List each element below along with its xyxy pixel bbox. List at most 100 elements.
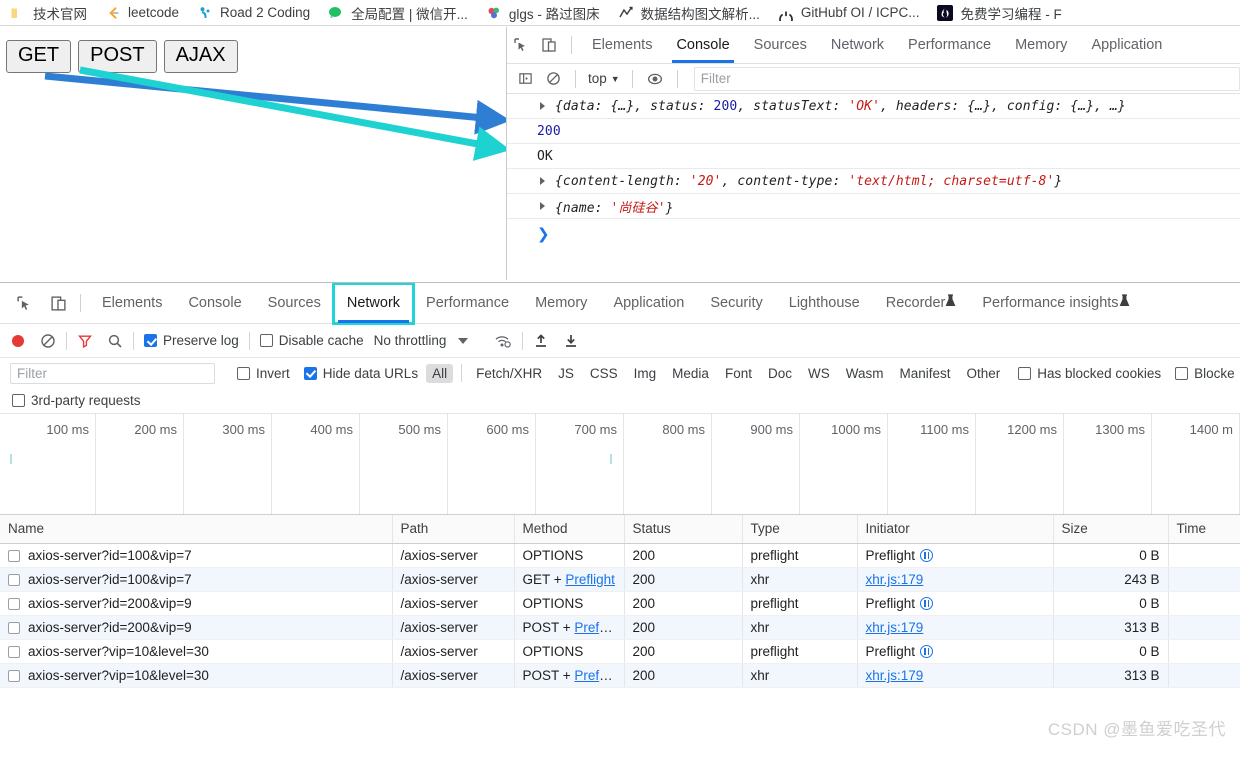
preserve-log-checkbox[interactable]: Preserve log [144, 333, 239, 348]
network-overview-timeline[interactable]: 100 ms 200 ms 300 ms 400 ms 500 ms 600 ms 700 … [0, 414, 1240, 515]
device-toolbar-icon-2[interactable] [44, 289, 72, 317]
throttling-select[interactable]: No throttling [364, 333, 469, 348]
type-filter-css[interactable]: CSS [584, 364, 624, 383]
network-tab-lighthouse[interactable]: Lighthouse [776, 284, 873, 323]
column-header-size[interactable]: Size [1053, 515, 1169, 544]
row-checkbox[interactable] [8, 645, 20, 658]
type-filter-wasm[interactable]: Wasm [840, 364, 890, 383]
bookmark-item[interactable]: 全局配置 | 微信开... [328, 3, 468, 23]
network-tab-memory[interactable]: Memory [522, 284, 600, 323]
bookmark-item[interactable]: GitHubf OI / ICPC... [778, 5, 919, 25]
preflight-link[interactable]: Preflight [565, 572, 615, 587]
preflight-link[interactable]: Prefli... [574, 668, 616, 683]
tab-sources[interactable]: Sources [742, 28, 819, 63]
type-filter-media[interactable]: Media [666, 364, 715, 383]
tab-performance[interactable]: Performance [896, 28, 1003, 63]
clear-network-button[interactable] [40, 333, 56, 349]
network-tab-network[interactable]: Network [331, 283, 416, 325]
post-button[interactable]: POST [78, 40, 157, 73]
bookmark-item[interactable]: 数据结构图文解析... [618, 3, 760, 23]
network-tab-elements[interactable]: Elements [89, 284, 175, 323]
network-tab-recorder[interactable]: Recorder [873, 284, 970, 323]
type-filter-doc[interactable]: Doc [762, 364, 798, 383]
console-message[interactable]: {content-length: '20', content-type: 'te… [507, 169, 1240, 194]
initiator-label[interactable]: xhr.js:179 [866, 620, 924, 635]
network-conditions-icon[interactable] [494, 333, 512, 349]
column-header-name[interactable]: Name [0, 515, 393, 544]
expand-triangle-icon[interactable] [540, 177, 545, 185]
has-blocked-cookies-checkbox[interactable]: Has blocked cookies [1018, 366, 1161, 381]
column-header-status[interactable]: Status [624, 515, 743, 544]
ajax-button[interactable]: AJAX [163, 40, 238, 73]
console-filter-input[interactable]: Filter [693, 66, 1240, 91]
preflight-info-icon[interactable] [920, 597, 934, 610]
tab-elements[interactable]: Elements [580, 28, 664, 63]
network-tab-security[interactable]: Security [697, 284, 775, 323]
disable-cache-checkbox[interactable]: Disable cache [259, 333, 364, 348]
preflight-info-icon[interactable] [920, 645, 934, 658]
bookmark-item[interactable]: 免费学习编程 - F [937, 3, 1062, 23]
type-filter-fetch-xhr[interactable]: Fetch/XHR [470, 364, 548, 383]
preflight-link[interactable]: Prefli... [574, 620, 616, 635]
device-toolbar-icon[interactable] [535, 31, 563, 59]
type-filter-font[interactable]: Font [719, 364, 758, 383]
type-filter-ws[interactable]: WS [802, 364, 836, 383]
filter-funnel-button[interactable] [77, 333, 93, 349]
row-checkbox[interactable] [8, 621, 20, 634]
initiator-label[interactable]: xhr.js:179 [866, 572, 924, 587]
table-row[interactable]: axios-server?id=100&vip=7/axios-server GE… [0, 567, 1240, 592]
tab-network[interactable]: Network [819, 28, 896, 63]
expand-triangle-icon[interactable] [540, 102, 545, 110]
type-filter-manifest[interactable]: Manifest [893, 364, 956, 383]
network-tab-console[interactable]: Console [175, 284, 254, 323]
row-checkbox[interactable] [8, 549, 20, 562]
table-row[interactable]: axios-server?id=200&vip=9/axios-server OP… [0, 591, 1240, 616]
console-prompt[interactable]: ❯ [507, 219, 1240, 249]
console-sidebar-icon[interactable] [511, 65, 539, 93]
bookmark-item[interactable]: Road 2 Coding [197, 5, 310, 21]
console-message[interactable]: {data: {…}, status: 200, statusText: 'OK… [507, 94, 1240, 119]
hide-data-urls-checkbox[interactable]: Hide data URLs [303, 366, 418, 381]
preflight-info-icon[interactable] [920, 549, 934, 562]
blocked-checkbox[interactable]: Blocke [1175, 366, 1235, 381]
table-row[interactable]: axios-server?vip=10&level=30/axios-serve… [0, 639, 1240, 664]
network-filter-input[interactable]: Filter [10, 362, 215, 384]
initiator-label[interactable]: xhr.js:179 [866, 668, 924, 683]
row-checkbox[interactable] [8, 573, 20, 586]
table-row[interactable]: axios-server?id=200&vip=9/axios-server PO… [0, 615, 1240, 640]
column-header-path[interactable]: Path [392, 515, 515, 544]
invert-checkbox[interactable]: Invert [237, 366, 290, 381]
clear-console-icon[interactable] [539, 65, 567, 93]
bookmark-item[interactable]: glgs - 路过图床 [486, 3, 600, 23]
tab-memory[interactable]: Memory [1003, 28, 1079, 63]
import-har-icon[interactable] [533, 333, 549, 349]
row-checkbox[interactable] [8, 597, 20, 610]
network-tab-performance-insights[interactable]: Performance insights [969, 284, 1142, 323]
network-tab-performance[interactable]: Performance [413, 284, 522, 323]
inspect-element-icon[interactable] [507, 31, 535, 59]
record-button[interactable] [10, 333, 26, 349]
inspect-element-icon-2[interactable] [10, 289, 38, 317]
tab-console[interactable]: Console [664, 28, 741, 63]
expand-triangle-icon[interactable] [540, 202, 545, 210]
column-header-initiator[interactable]: Initiator [857, 515, 1054, 544]
execution-context-select[interactable]: top ▼ [584, 71, 624, 86]
type-filter-js[interactable]: JS [552, 364, 580, 383]
type-filter-all[interactable]: All [426, 363, 454, 383]
get-button[interactable]: GET [6, 40, 72, 73]
type-filter-img[interactable]: Img [628, 364, 663, 383]
tab-application[interactable]: Application [1079, 28, 1174, 63]
column-header-type[interactable]: Type [742, 515, 858, 544]
console-message[interactable]: {name: '尚硅谷'} [507, 194, 1240, 219]
column-header-time[interactable]: Time [1168, 515, 1240, 544]
network-tab-sources[interactable]: Sources [255, 284, 334, 323]
third-party-requests-checkbox[interactable]: 3rd-party requests [12, 393, 141, 408]
export-har-icon[interactable] [563, 333, 579, 349]
table-row[interactable]: axios-server?vip=10&level=30/axios-serve… [0, 663, 1240, 688]
live-expression-eye-icon[interactable] [641, 65, 669, 93]
search-icon[interactable] [107, 333, 123, 349]
bookmark-item[interactable]: 技术官网 [10, 3, 87, 23]
row-checkbox[interactable] [8, 669, 20, 682]
network-tab-application[interactable]: Application [600, 284, 697, 323]
table-row[interactable]: axios-server?id=100&vip=7/axios-server OP… [0, 543, 1240, 568]
